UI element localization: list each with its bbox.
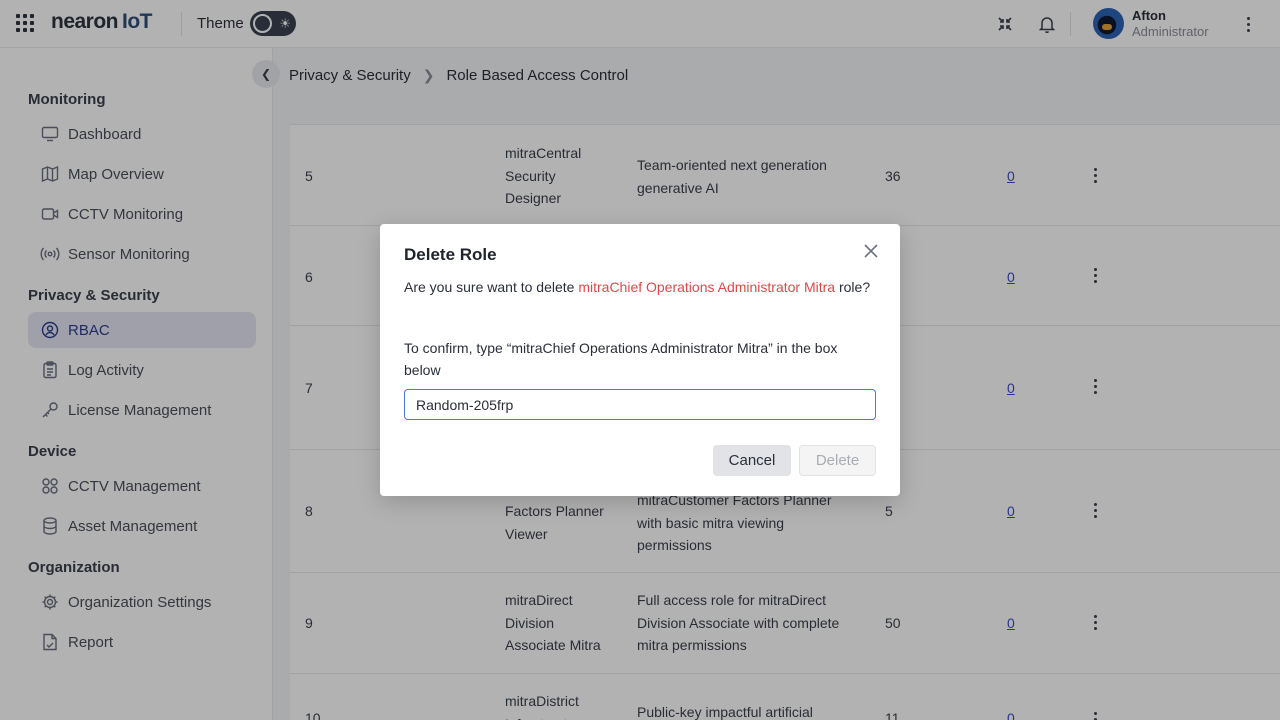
- cancel-button[interactable]: Cancel: [713, 445, 791, 476]
- dialog-question: Are you sure want to delete mitraChief O…: [404, 276, 874, 299]
- close-icon[interactable]: [863, 243, 879, 259]
- delete-role-dialog: Delete Role Are you sure want to delete …: [380, 224, 900, 496]
- dialog-title: Delete Role: [404, 245, 497, 264]
- confirm-instruction: To confirm, type “mitraChief Operations …: [404, 340, 838, 378]
- confirm-role-input[interactable]: [404, 389, 876, 420]
- delete-button[interactable]: Delete: [799, 445, 876, 476]
- question-prefix: Are you sure want to delete: [404, 279, 579, 295]
- role-name-highlight: mitraChief Operations Administrator Mitr…: [578, 279, 836, 295]
- question-suffix: role?: [835, 279, 871, 295]
